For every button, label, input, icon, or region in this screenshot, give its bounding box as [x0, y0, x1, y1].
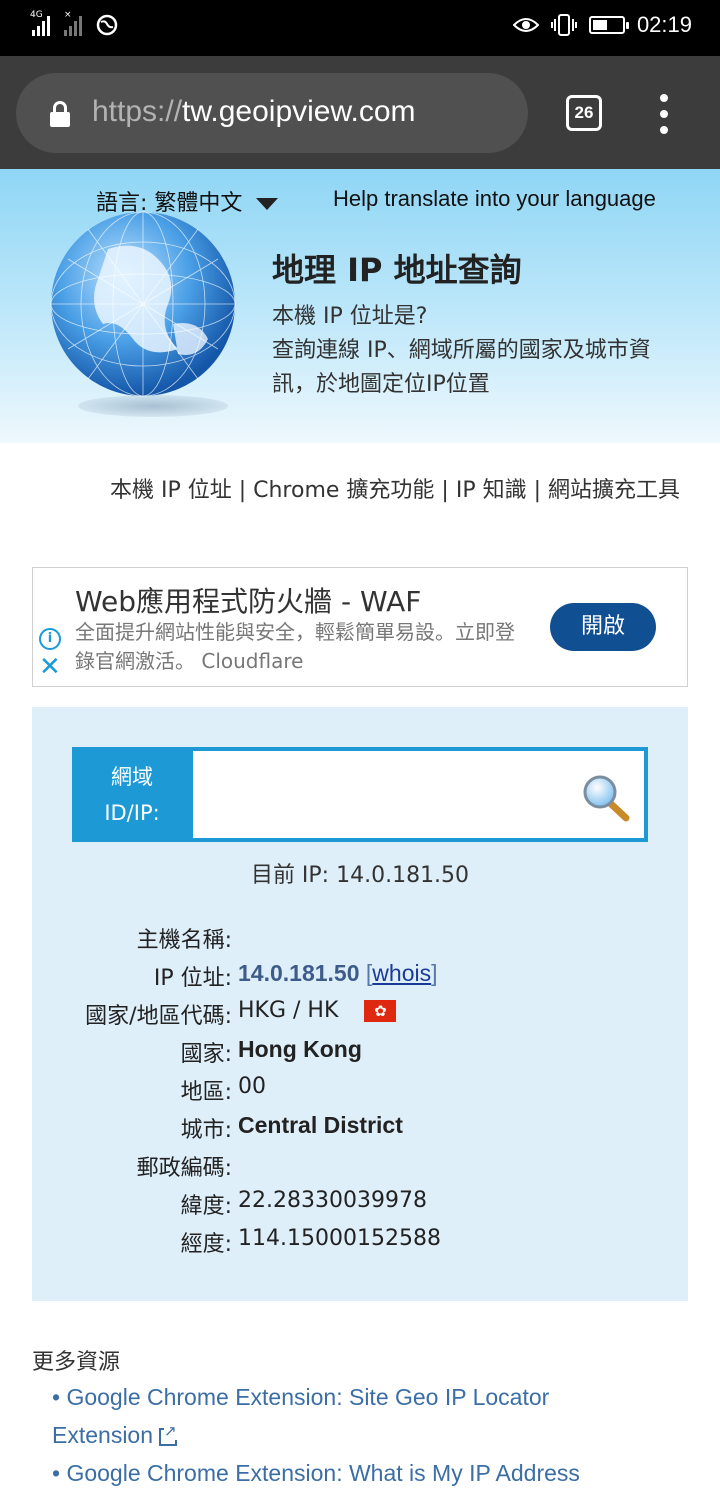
eye-comfort-icon: [512, 18, 539, 32]
browser-toolbar: https://tw.geoipview.com 26: [0, 56, 720, 169]
status-icons-right: 02:19: [512, 12, 692, 38]
search-icon[interactable]: [580, 773, 632, 823]
info-row-hostname: 主機名稱:: [136, 928, 232, 953]
search-label-line: 網域: [111, 765, 153, 789]
nav-item-my-ip[interactable]: 本機 IP 位址: [110, 478, 232, 503]
ip-value: 14.0.181.50: [238, 960, 360, 986]
info-row-country: 國家: Hong Kong: [180, 1036, 362, 1067]
more-resources-title: 更多資源: [32, 1350, 121, 1375]
tab-switcher-button[interactable]: 26: [566, 95, 602, 131]
info-row-longitude: 經度: 114.15000152588: [180, 1226, 441, 1257]
subtitle-line: 查詢連線 IP、網域所屬的國家及城市資訊，於地圖定位IP位置: [272, 338, 651, 397]
vibrate-icon: [550, 14, 577, 36]
vpn-globe-icon: [96, 14, 118, 36]
search-box: 網域 ID/IP:: [72, 747, 648, 842]
globe-logo-icon: [50, 211, 236, 397]
search-input[interactable]: [193, 751, 644, 838]
address-bar[interactable]: https://tw.geoipview.com: [16, 73, 528, 153]
network-type-label: 4G: [30, 10, 43, 20]
page-title: 地理 IP 地址查詢: [272, 251, 522, 289]
info-row-ip: IP 位址: 14.0.181.50 [whois]: [153, 960, 438, 991]
info-row-region: 地區: 00: [180, 1074, 266, 1105]
search-label-line: ID/IP:: [104, 801, 160, 825]
ad-title[interactable]: Web應用程式防火牆 - WAF: [75, 580, 421, 620]
more-menu-icon[interactable]: [654, 94, 674, 134]
site-header: 語言: 繁體中文 Help translate into your langua…: [0, 169, 720, 443]
battery-icon: [588, 16, 629, 34]
search-label: 網域 ID/IP:: [72, 747, 192, 842]
nav-item-chrome-extension[interactable]: Chrome 擴充功能: [253, 478, 434, 503]
info-row-city: 城市: Central District: [180, 1112, 403, 1143]
whois-link[interactable]: whois: [372, 960, 431, 986]
current-ip-text: 目前 IP: 14.0.181.50: [250, 863, 470, 888]
resource-link-what-is-my-ip[interactable]: • Google Chrome Extension: What is My IP…: [52, 1454, 580, 1492]
subtitle-line: 本機 IP 位址是?: [272, 304, 428, 329]
ad-description[interactable]: 全面提升網站性能與安全，輕鬆簡單易設。立即登錄官網激活。 Cloudflare: [75, 618, 525, 676]
status-bar: 4G × 02:19: [0, 0, 720, 56]
ip-lookup-panel: 網域 ID/IP: 目前 IP: 14.0.181.50 主機名稱: IP 位址:…: [32, 707, 688, 1301]
info-row-postal-code: 郵政編碼:: [136, 1156, 232, 1181]
signal-icon-secondary: ×: [64, 10, 82, 36]
ad-open-button[interactable]: 開啟: [550, 603, 656, 651]
signal-icon: 4G: [30, 10, 50, 36]
status-icons-left: 4G ×: [30, 10, 118, 36]
lock-icon[interactable]: [50, 101, 70, 127]
resource-link-site-geo-ip[interactable]: • Google Chrome Extension: Site Geo IP L…: [52, 1378, 549, 1416]
close-icon[interactable]: ✕: [39, 654, 61, 680]
nav-item-ip-knowledge[interactable]: IP 知識: [456, 478, 527, 503]
nav-item-site-tools[interactable]: 網站擴充工具: [548, 478, 680, 503]
info-icon[interactable]: i: [39, 628, 61, 650]
info-row-latitude: 緯度: 22.28330039978: [180, 1188, 427, 1219]
top-nav: 本機 IP 位址 | Chrome 擴充功能 | IP 知識 | 網站擴充工具: [109, 478, 680, 503]
clock: 02:19: [636, 12, 692, 37]
info-row-country-code: 國家/地區代碼: HKG / HK: [32, 998, 688, 1036]
hong-kong-flag-icon: [364, 1000, 397, 1022]
page-subtitle: 本機 IP 位址是? 查詢連線 IP、網域所屬的國家及城市資訊，於地圖定位IP位置: [272, 300, 692, 402]
ad-banner[interactable]: i ✕ Web應用程式防火牆 - WAF 全面提升網站性能與安全，輕鬆簡單易設。…: [32, 567, 688, 687]
help-translate-link[interactable]: Help translate into your language: [333, 186, 656, 212]
resource-link-site-geo-ip-continued[interactable]: Extension: [52, 1416, 178, 1454]
url-text[interactable]: https://tw.geoipview.com: [92, 95, 416, 129]
dropdown-arrow-icon: [256, 198, 279, 210]
external-link-icon[interactable]: [159, 1423, 178, 1446]
